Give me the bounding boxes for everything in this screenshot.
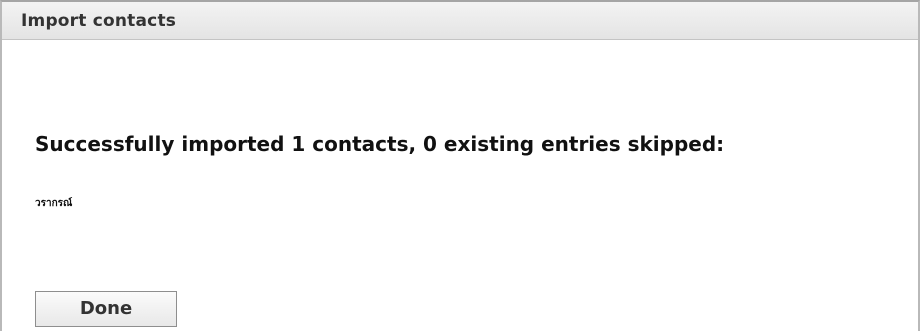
- imported-contacts-list: วรากรณ์: [35, 198, 72, 210]
- imported-contact-name: วรากรณ์: [35, 198, 73, 209]
- dialog-title: Import contacts: [21, 11, 177, 31]
- done-button[interactable]: Done: [35, 291, 177, 327]
- import-contacts-dialog: Import contacts Successfully imported 1 …: [0, 0, 920, 331]
- import-result-message: Successfully imported 1 contacts, 0 exis…: [35, 132, 725, 156]
- dialog-header: Import contacts: [2, 2, 918, 40]
